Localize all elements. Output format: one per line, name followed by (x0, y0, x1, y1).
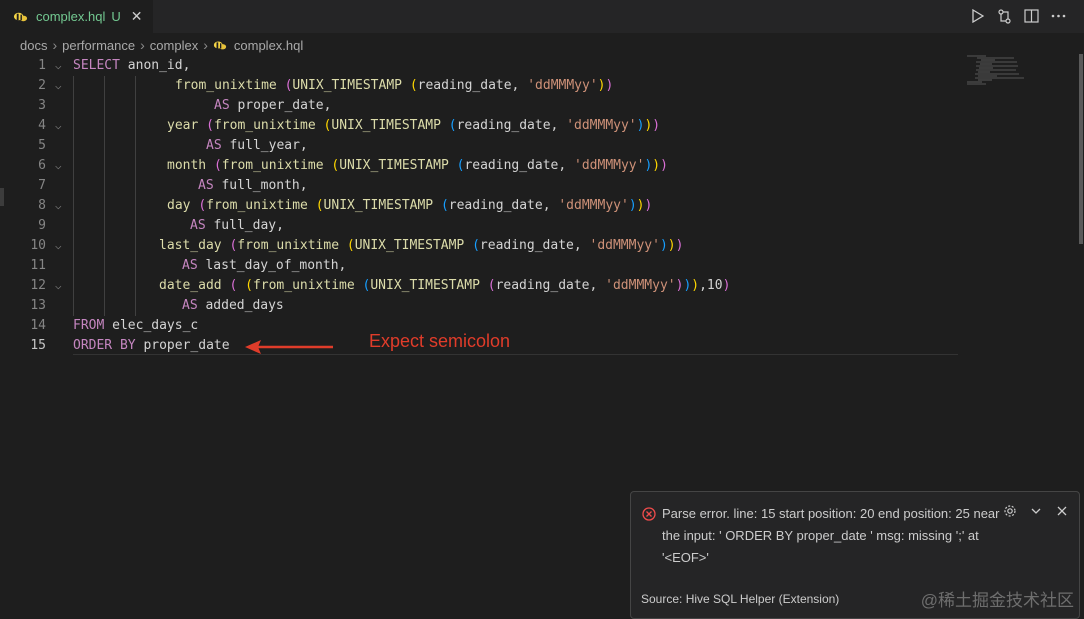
line-number: 14 (30, 318, 46, 333)
breadcrumb-item-performance[interactable]: performance (62, 38, 135, 53)
gutter-marker (0, 188, 4, 206)
code-line: 10 ⌵ last_day (from_unixtime (UNIX_TIMES… (0, 236, 960, 256)
tab-complex-hql[interactable]: complex.hql U ✕ (0, 0, 153, 33)
code-line: 11 AS last_day_of_month, (0, 256, 960, 276)
more-actions-icon[interactable] (1051, 6, 1066, 26)
chevron-down-icon[interactable]: ⌵ (55, 276, 67, 296)
breadcrumb-item-docs[interactable]: docs (20, 38, 47, 53)
line-number: 8 (38, 198, 46, 213)
current-line-highlight (73, 354, 958, 355)
line-number: 7 (38, 178, 46, 193)
error-icon (642, 507, 656, 521)
code-line: 1 ⌵ SELECT anon_id, (0, 56, 960, 76)
code-line: 6 ⌵ month (from_unixtime (UNIX_TIMESTAMP… (0, 156, 960, 176)
breadcrumb-item-complex[interactable]: complex (150, 38, 198, 53)
code-line: 13 AS added_days (0, 296, 960, 316)
code-line: 9 AS full_day, (0, 216, 960, 236)
hive-file-icon (13, 12, 28, 22)
chevron-down-icon[interactable]: ⌵ (55, 156, 67, 176)
chevron-down-icon[interactable]: ⌵ (55, 116, 67, 136)
compare-changes-icon[interactable] (997, 6, 1012, 26)
untracked-badge: U (111, 9, 121, 24)
line-number: 10 (30, 238, 46, 253)
chevron-down-icon[interactable]: ⌵ (55, 56, 67, 76)
code-line: 2 ⌵ from_unixtime (UNIX_TIMESTAMP (readi… (0, 76, 960, 96)
close-icon[interactable]: ✕ (131, 8, 143, 25)
annotation-arrow (245, 340, 333, 354)
code-line: 12 ⌵ date_add ( (from_unixtime (UNIX_TIM… (0, 276, 960, 296)
line-number: 13 (30, 298, 46, 313)
code-line: 5 AS full_year, (0, 136, 960, 156)
gear-icon[interactable] (1003, 504, 1017, 523)
chevron-down-icon[interactable]: ⌵ (55, 236, 67, 256)
chevron-down-icon[interactable] (1029, 504, 1043, 523)
line-number: 2 (38, 78, 46, 93)
code-line: 3 AS proper_date, (0, 96, 960, 116)
code-line: 4 ⌵ year (from_unixtime (UNIX_TIMESTAMP … (0, 116, 960, 136)
breadcrumb: docs › performance › complex › complex.h… (20, 35, 303, 55)
error-message: Parse error. line: 15 start position: 20… (662, 506, 1000, 565)
editor-actions (970, 6, 1066, 26)
watermark: @稀土掘金技术社区 (920, 591, 1074, 610)
tab-bar: complex.hql U ✕ (0, 0, 1084, 33)
scrollbar-marker[interactable] (1079, 54, 1083, 244)
tab-filename: complex.hql (36, 9, 106, 24)
split-editor-icon[interactable] (1024, 6, 1039, 26)
line-number: 9 (38, 218, 46, 233)
minimap[interactable] (962, 54, 1072, 94)
hover-tools (1003, 504, 1069, 523)
line-number: 4 (38, 118, 46, 133)
close-icon[interactable] (1055, 504, 1069, 523)
breadcrumb-item-file[interactable]: complex.hql (234, 38, 303, 53)
chevron-right-icon: › (203, 37, 208, 53)
chevron-down-icon[interactable]: ⌵ (55, 76, 67, 96)
error-source: Source: Hive SQL Helper (Extension) (641, 592, 840, 606)
line-number: 15 (30, 338, 46, 353)
code-line: 8 ⌵ day (from_unixtime (UNIX_TIMESTAMP (… (0, 196, 960, 216)
chevron-right-icon: › (52, 37, 58, 53)
line-number: 3 (38, 98, 46, 113)
line-number: 5 (38, 138, 46, 153)
line-number: 12 (30, 278, 46, 293)
chevron-down-icon[interactable]: ⌵ (55, 196, 67, 216)
line-number: 11 (30, 258, 46, 273)
chevron-right-icon: › (140, 37, 145, 53)
line-number: 6 (38, 158, 46, 173)
hive-file-icon (213, 41, 227, 50)
annotation-label: Expect semicolon (369, 331, 511, 351)
line-number: 1 (38, 58, 46, 73)
run-icon[interactable] (970, 6, 985, 26)
code-editor[interactable]: 1 ⌵ SELECT anon_id, 2 ⌵ from_unixtime (U… (0, 56, 960, 356)
code-line: 7 AS full_month, (0, 176, 960, 196)
